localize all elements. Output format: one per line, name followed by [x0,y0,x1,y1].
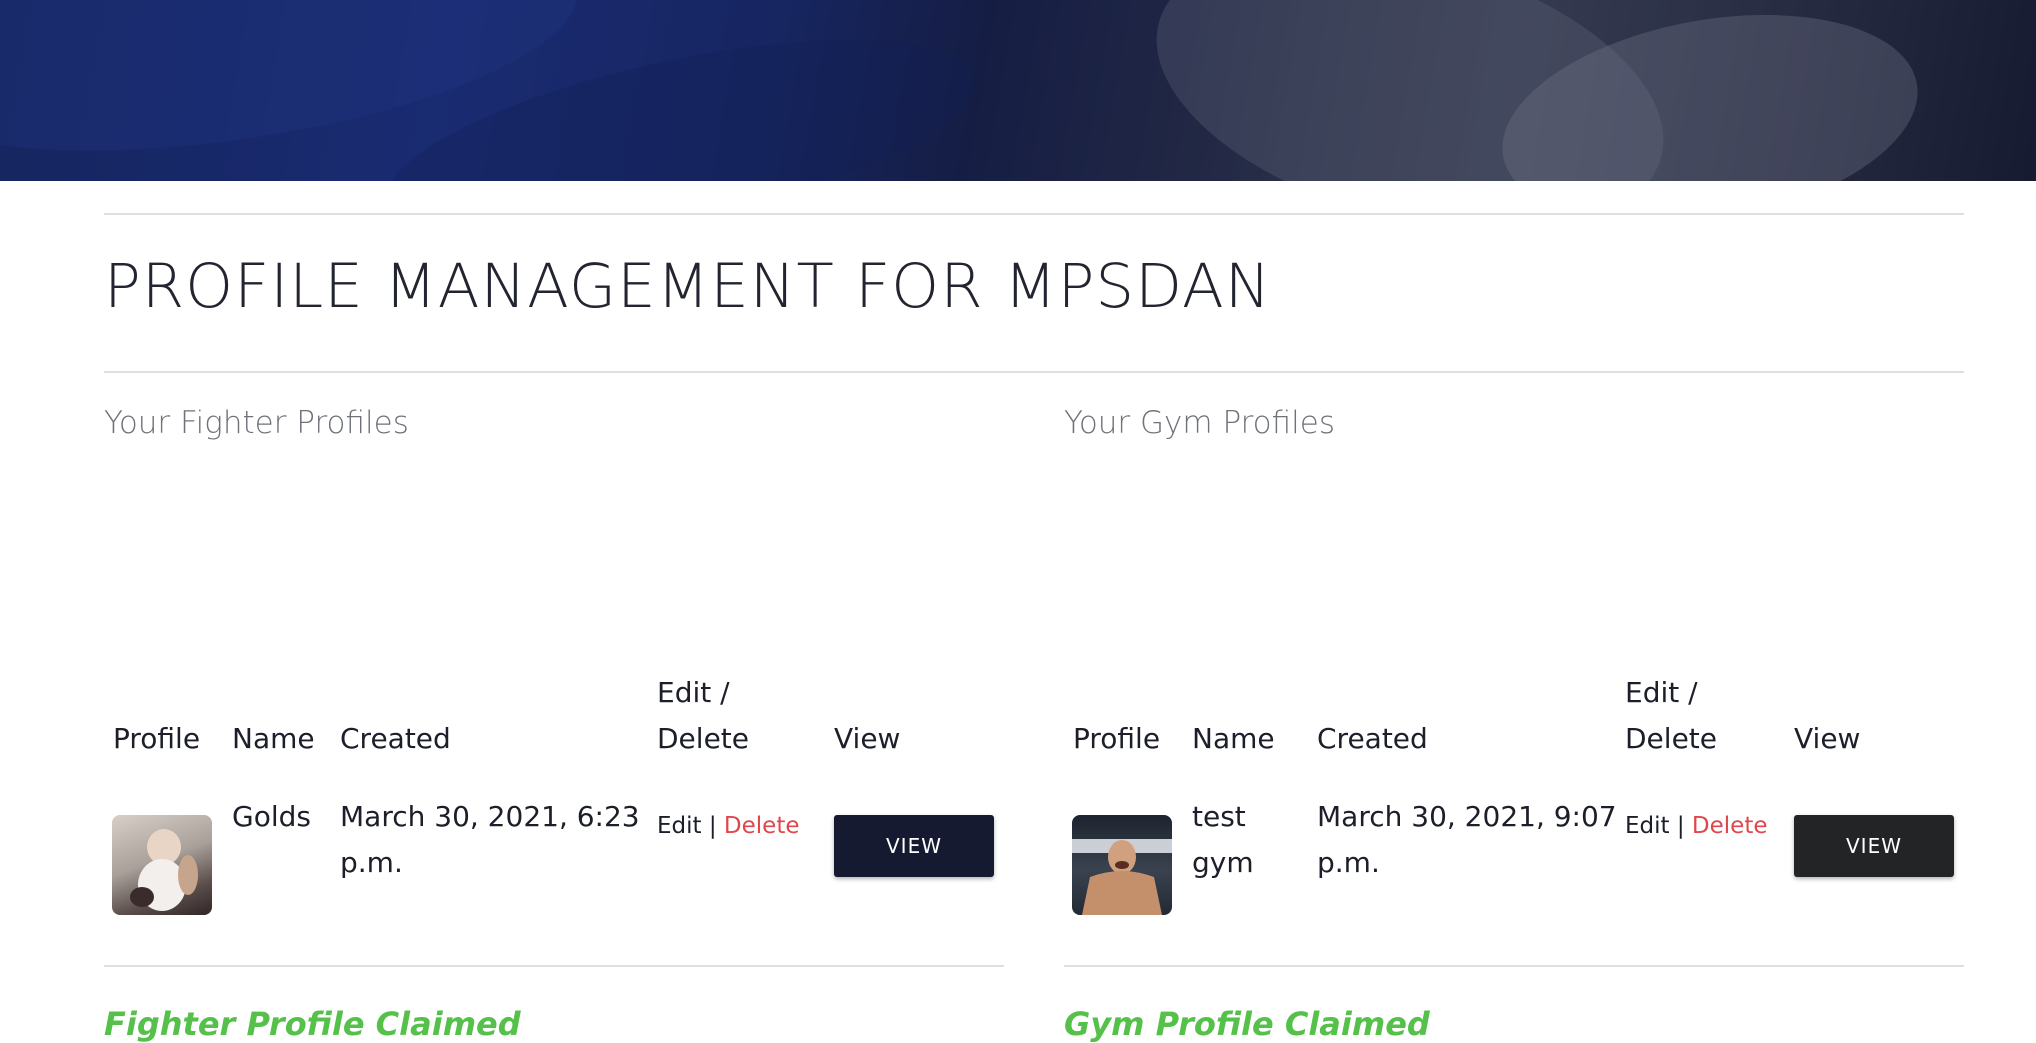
action-separator: | [1676,813,1685,839]
gym-header-created: Created [1317,722,1428,755]
fighter-header-name: Name [232,722,315,755]
gym-section-title: Your Gym Profiles [1064,405,1335,441]
gym-header-name: Name [1192,722,1275,755]
hero-banner [0,0,2036,181]
top-divider [104,213,1964,215]
fighter-photo-icon[interactable] [1072,815,1172,915]
gym-header-profile: Profile [1073,722,1161,755]
gym-view-button[interactable]: VIEW [1794,815,1954,877]
gym-row-name-line1: test [1192,800,1246,833]
fighter-view-button[interactable]: VIEW [834,815,994,877]
fighter-edit-link[interactable]: Edit [657,813,702,839]
gym-header-edit-line1: Edit / [1625,676,1698,709]
hero-overlay [0,0,2036,181]
title-divider [104,371,1964,373]
gym-row-created-line2: p.m. [1317,846,1380,879]
fighter-row-created-line1: March 30, 2021, 6:23 [340,800,640,833]
gym-row-actions: Edit | Delete [1625,809,1768,843]
gym-header-edit-line2: Delete [1625,722,1717,755]
action-separator: | [708,813,717,839]
baby-photo-art [130,829,198,911]
fighter-row-name: Golds [232,800,311,833]
gym-row-created-line1: March 30, 2021, 9:07 [1317,800,1617,833]
fighter-delete-link[interactable]: Delete [724,813,800,839]
fighter-header-created: Created [340,722,451,755]
fighter-header-view: View [834,722,901,755]
gym-section-divider [1064,965,1964,967]
gym-header-view: View [1794,722,1861,755]
gym-claimed-status: Gym Profile Claimed [1064,1005,1430,1043]
gym-edit-link[interactable]: Edit [1625,813,1670,839]
baby-photo-icon[interactable] [112,815,212,915]
fighter-photo-art [1072,839,1172,915]
page-title: PROFILE MANAGEMENT FOR MPSDAN [104,251,1272,322]
fighter-row-created-line2: p.m. [340,846,403,879]
fighter-row-actions: Edit | Delete [657,809,800,843]
fighter-header-profile: Profile [113,722,201,755]
fighter-header-edit-line1: Edit / [657,676,730,709]
fighter-header-edit-line2: Delete [657,722,749,755]
gym-delete-link[interactable]: Delete [1692,813,1768,839]
gym-row-name-line2: gym [1192,846,1254,879]
fighter-section-title: Your Fighter Profiles [104,405,409,441]
fighter-section-divider [104,965,1004,967]
fighter-claimed-status: Fighter Profile Claimed [104,1005,521,1043]
